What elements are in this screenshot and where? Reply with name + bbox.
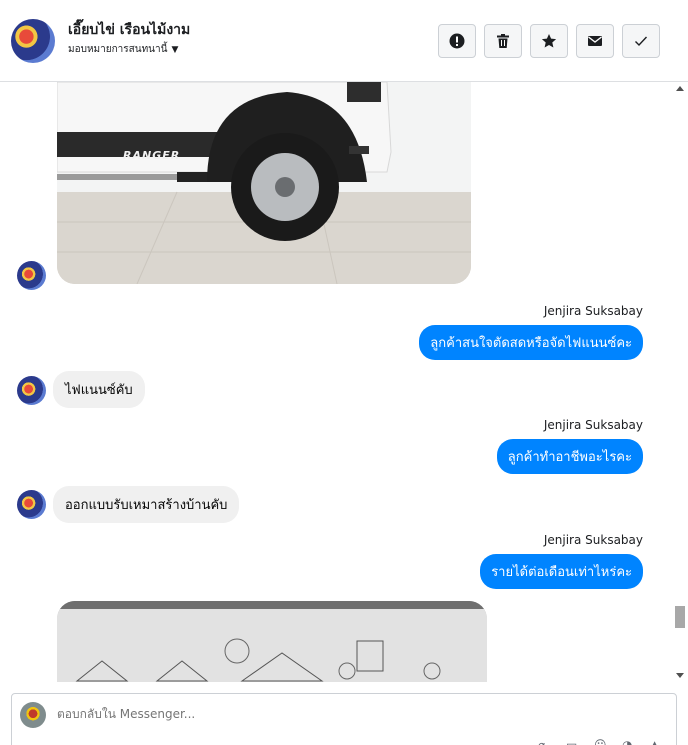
exclamation-icon — [449, 33, 465, 49]
contact-avatar[interactable] — [11, 19, 55, 63]
mark-spam-button[interactable] — [438, 24, 476, 58]
contact-avatar-small[interactable] — [17, 261, 46, 290]
attached-photo-truck[interactable]: RANGER — [57, 82, 471, 284]
trash-icon — [497, 34, 509, 48]
contact-avatar-small[interactable] — [17, 376, 46, 405]
message-bubble-outgoing[interactable]: รายได้ต่อเดือนเท่าไหร่คะ — [480, 554, 643, 589]
assign-label: มอบหมายการสนทนานี้ — [68, 44, 168, 55]
sender-name: Jenjira Suksabay — [543, 304, 643, 318]
composer-tools: ⌀ ▭ ☺ ◔ ▲ — [538, 738, 664, 745]
header-actions — [438, 24, 660, 58]
sketch-photo-drawing — [57, 601, 487, 682]
scroll-up-arrow-icon[interactable] — [676, 86, 684, 91]
sticker-icon[interactable]: ◔ — [622, 738, 636, 745]
star-button[interactable] — [530, 24, 568, 58]
message-bubble-incoming[interactable]: ไฟแนนซ์คับ — [53, 371, 145, 408]
truck-photo-drawing — [57, 82, 471, 284]
reply-input[interactable] — [57, 707, 617, 721]
delete-button[interactable] — [484, 24, 522, 58]
thread-scrollbar[interactable] — [674, 82, 686, 682]
envelope-icon — [588, 36, 602, 46]
emoji-icon[interactable]: ☺ — [594, 738, 608, 745]
contact-avatar-small[interactable] — [17, 490, 46, 519]
photo-caption: RANGER — [123, 149, 181, 162]
conversation-header: เอี๊ยบไข่ เรือนไม้งาม มอบหมายการสนทนานี้… — [0, 0, 688, 82]
scroll-thumb[interactable] — [675, 606, 685, 628]
star-icon — [541, 34, 557, 48]
sender-name: Jenjira Suksabay — [543, 533, 643, 547]
like-icon[interactable]: ▲ — [650, 738, 664, 745]
sender-name: Jenjira Suksabay — [543, 418, 643, 432]
attachment-icon[interactable]: ⌀ — [538, 738, 552, 745]
message-bubble-incoming[interactable]: ออกแบบรับเหมาสร้างบ้านคับ — [53, 486, 240, 523]
assign-conversation-dropdown[interactable]: มอบหมายการสนทนานี้ ▼ — [68, 42, 178, 57]
page-avatar — [20, 702, 46, 728]
saved-reply-icon[interactable]: ▭ — [566, 738, 580, 745]
check-icon — [635, 36, 648, 47]
message-bubble-outgoing[interactable]: ลูกค้าทำอาชีพอะไรคะ — [496, 439, 643, 474]
contact-name[interactable]: เอี๊ยบไข่ เรือนไม้งาม — [68, 19, 190, 41]
mark-done-button[interactable] — [622, 24, 660, 58]
mark-unread-button[interactable] — [576, 24, 614, 58]
reply-composer: ⌀ ▭ ☺ ◔ ▲ — [11, 693, 677, 745]
caret-down-icon: ▼ — [171, 44, 179, 55]
message-thread[interactable]: RANGER Jenjira Suksabay ลูกค้าสนใจตัดสดห… — [0, 82, 688, 682]
scroll-down-arrow-icon[interactable] — [676, 673, 684, 678]
message-bubble-outgoing[interactable]: ลูกค้าสนใจตัดสดหรือจัดไฟแนนซ์คะ — [419, 325, 643, 360]
attached-photo-sketch[interactable] — [57, 601, 487, 682]
